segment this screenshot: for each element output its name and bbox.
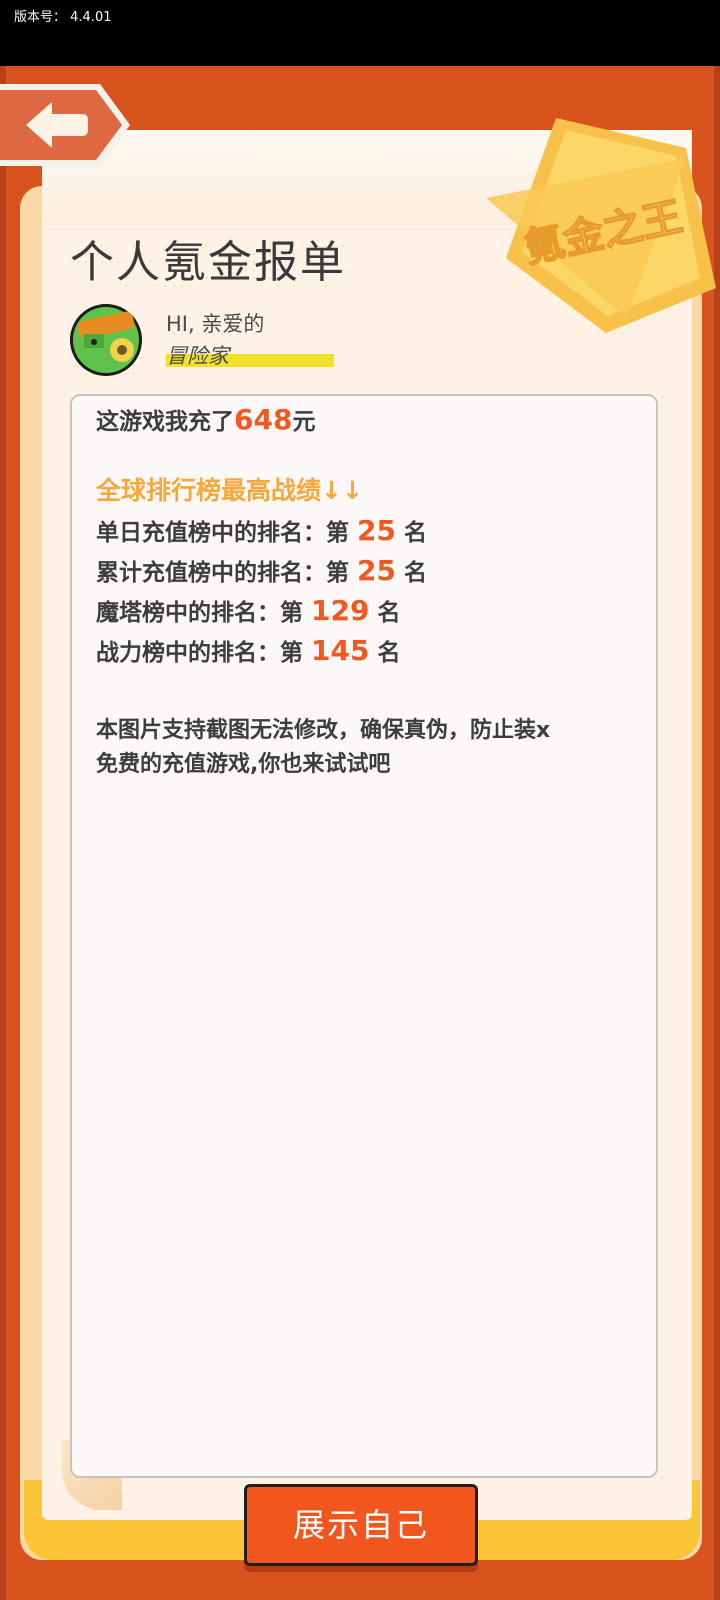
username: 冒险家 <box>166 344 229 368</box>
king-badge-icon: 氪金之王 <box>486 118 716 333</box>
back-arrow-icon <box>0 84 130 166</box>
frame-edge-left <box>0 66 6 1600</box>
rank-label: 单日充值榜中的排名：第 <box>96 520 358 546</box>
avatar <box>70 304 142 376</box>
rank-label: 战力榜中的排名：第 <box>96 640 312 666</box>
rank-row: 魔塔榜中的排名：第 129 名 <box>96 593 400 627</box>
avatar-game-icon <box>70 304 142 376</box>
rank-value: 145 <box>311 634 370 667</box>
paid-prefix: 这游戏我充了 <box>96 409 234 435</box>
back-button[interactable] <box>0 80 132 170</box>
note-line-1: 本图片支持截图无法修改，确保真伪，防止装x <box>96 718 551 743</box>
note-line-2: 免费的充值游戏,你也来试试吧 <box>96 752 391 777</box>
paid-suffix: 元 <box>292 409 316 435</box>
version-label: 版本号： 4.4.01 <box>14 10 112 25</box>
rank-row: 战力榜中的排名：第 145 名 <box>96 633 400 667</box>
king-badge: 氪金之王 <box>486 118 716 338</box>
page-title: 个人氪金报单 <box>70 237 346 288</box>
rank-value: 129 <box>311 594 370 627</box>
rank-value: 25 <box>357 554 396 587</box>
rank-suffix: 名 <box>369 600 401 626</box>
rank-title: 全球排行榜最高战绩↓↓ <box>96 476 363 505</box>
username-block: 冒险家 <box>166 340 334 370</box>
paid-line: 这游戏我充了648元 <box>96 402 315 436</box>
rank-label: 魔塔榜中的排名：第 <box>96 600 312 626</box>
greeting-text: HI, 亲爱的 <box>166 312 265 336</box>
rank-suffix: 名 <box>395 560 427 586</box>
rank-row: 累计充值榜中的排名：第 25 名 <box>96 553 427 587</box>
rank-value: 25 <box>357 514 396 547</box>
rank-suffix: 名 <box>395 520 427 546</box>
top-status-bar: 版本号： 4.4.01 <box>0 0 720 66</box>
show-yourself-button[interactable]: 展示自己 <box>244 1484 478 1566</box>
rank-label: 累计充值榜中的排名：第 <box>96 560 358 586</box>
rank-row: 单日充值榜中的排名：第 25 名 <box>96 513 427 547</box>
paid-amount: 648 <box>234 403 293 436</box>
rank-suffix: 名 <box>369 640 401 666</box>
